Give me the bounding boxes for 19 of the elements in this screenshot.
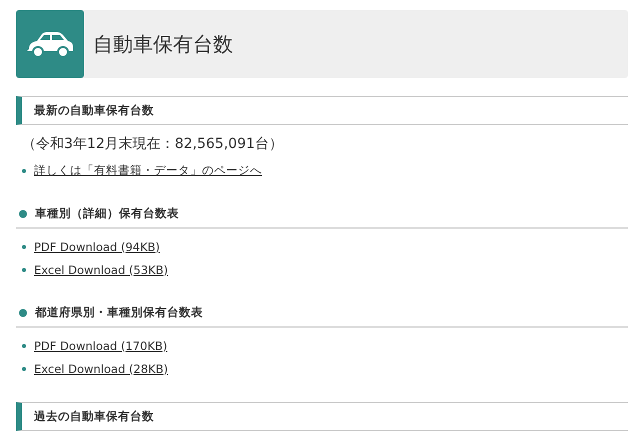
download-link[interactable]: PDF Download (170KB) [34,338,168,352]
dot-icon [19,210,27,218]
bullet-icon [22,366,26,370]
bullet-icon [22,344,26,348]
bullet-icon [22,244,26,248]
download-link[interactable]: 詳しくは「有料書籍・データ」のページへ [34,163,262,178]
download-link[interactable]: Excel Download (53KB) [34,262,168,276]
download-link[interactable]: PDF Download (94KB) [34,240,160,254]
dot-icon [19,308,27,316]
download-link[interactable]: Excel Download (28KB) [34,362,168,376]
page-title: 自動車保有台数 [93,30,233,58]
section-heading: 最新の自動車保有台数 [16,96,628,125]
subsection-heading: 車種別（詳細）保有台数表 [35,206,179,221]
car-icon [16,10,84,78]
section-heading: 過去の自動車保有台数 [16,402,628,431]
count-note: （令和3年12月末現在：82,565,091台） [22,135,284,153]
bullet-icon [22,168,26,172]
bullet-icon [22,268,26,272]
subsection-heading: 都道府県別・車種別保有台数表 [35,305,203,320]
